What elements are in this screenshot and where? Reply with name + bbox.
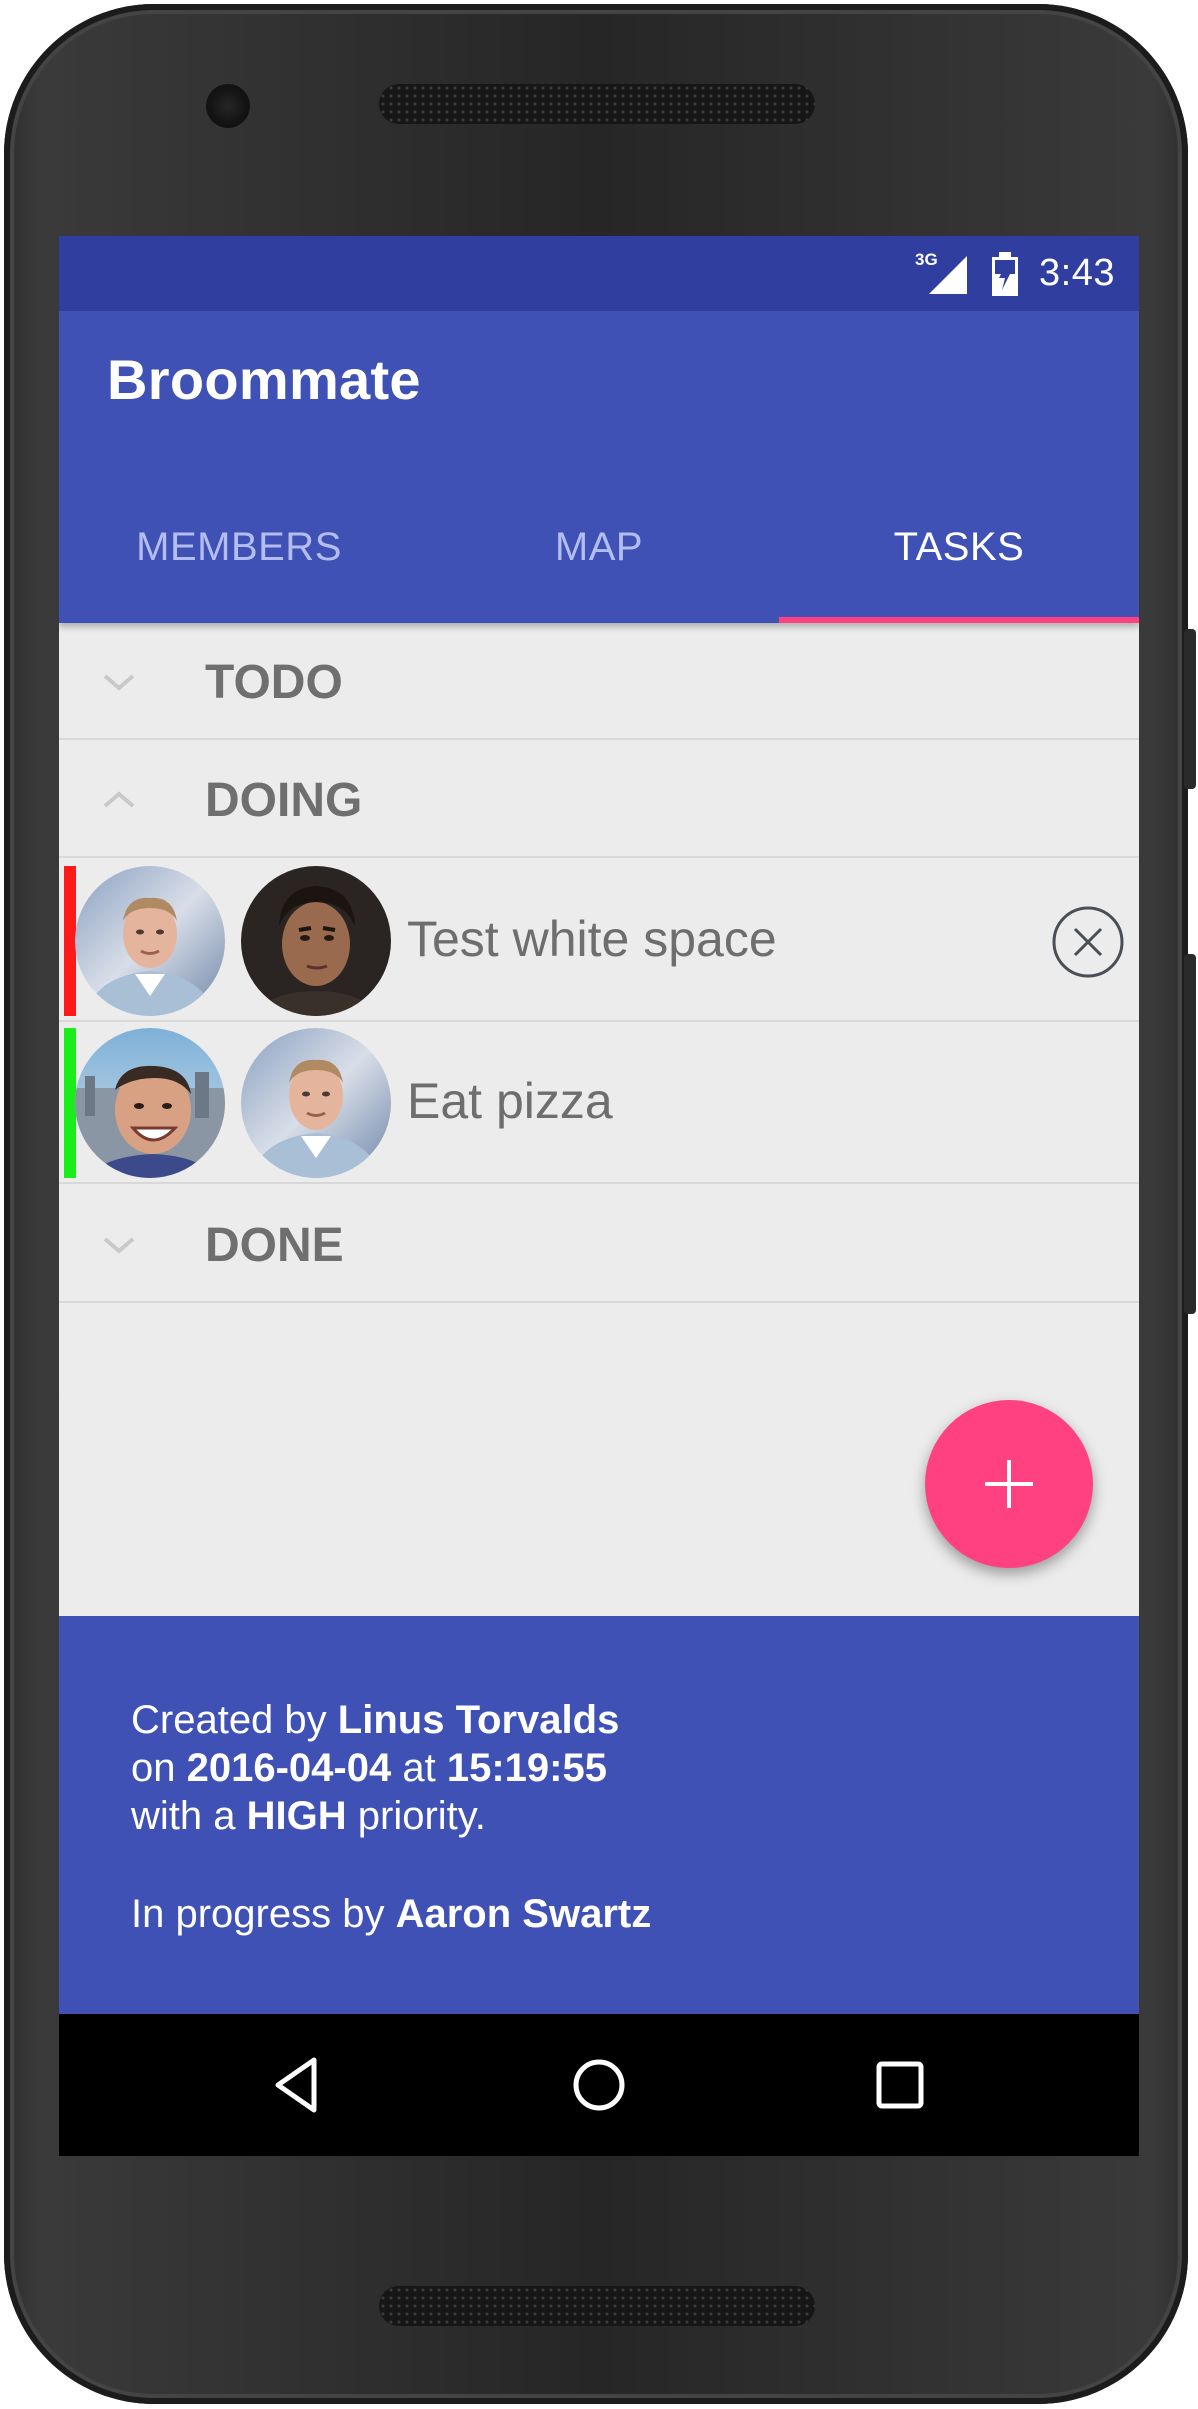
section-todo-label: TODO [205,656,343,709]
tab-tasks[interactable]: TASKS [779,463,1139,631]
created-on-line: on 2016-04-04 at 15:19:55 [131,1744,607,1792]
signal-icon: 3G [915,250,971,298]
section-doing-label: DOING [205,774,363,827]
created-by-prefix: Created by [131,1698,327,1742]
app-title: Broommate [107,348,421,411]
tab-map[interactable]: MAP [419,463,779,631]
section-doing[interactable]: DOING [59,741,1139,858]
in-progress-line: In progress by Aaron Swartz [131,1890,651,1938]
cancel-circle-icon[interactable] [1051,905,1125,979]
tab-members[interactable]: MEMBERS [59,463,419,631]
status-bar: 3G 3:43 [59,236,1139,311]
top-speaker [379,84,815,124]
section-done-label: DONE [205,1219,344,1272]
avatar-linus [241,1028,391,1178]
screen: 3G 3:43 Broommate MEMBERS MAP TASKS TODO… [59,236,1139,2156]
task-details-panel: Created by Linus Torvalds on 2016-04-04 … [59,1616,1139,2014]
section-todo[interactable]: TODO [59,623,1139,740]
recents-icon[interactable] [867,2052,933,2118]
created-by-line: Created by Linus Torvalds [131,1696,619,1744]
task-row[interactable]: Test white space [59,860,1139,1022]
battery-charging-icon [991,251,1019,296]
status-clock: 3:43 [1039,252,1115,294]
avatar-selfie-user [75,1028,225,1178]
home-icon[interactable] [566,2052,632,2118]
volume-button [1184,954,1196,1314]
navigation-bar [59,2014,1139,2156]
power-button [1184,629,1196,789]
back-icon[interactable] [264,2052,330,2118]
in-progress-prefix: In progress by [131,1892,385,1936]
tab-bar: MEMBERS MAP TASKS [59,463,1139,631]
avatar-aaron [241,866,391,1016]
front-camera [206,84,250,128]
task-title: Test white space [407,911,777,967]
assignee-name: Aaron Swartz [395,1892,652,1936]
priority-line: with a HIGH priority. [131,1792,486,1840]
task-row[interactable]: Eat pizza [59,1022,1139,1184]
chevron-down-icon [103,1237,135,1254]
task-title: Eat pizza [407,1073,613,1129]
chevron-up-icon [103,791,135,808]
created-time: 15:19:55 [446,1746,607,1790]
chevron-down-icon [103,674,135,691]
creator-name: Linus Torvalds [337,1698,620,1742]
bottom-speaker [379,2286,815,2326]
add-task-button[interactable] [925,1400,1093,1568]
plus-icon [985,1460,1033,1508]
avatar-linus [75,866,225,1016]
priority-value: HIGH [246,1794,347,1838]
section-done[interactable]: DONE [59,1186,1139,1303]
priority-suffix: priority. [357,1794,486,1838]
phone-frame: 3G 3:43 Broommate MEMBERS MAP TASKS TODO… [4,4,1196,2404]
created-date: 2016-04-04 [186,1746,392,1790]
on-prefix: on [131,1746,176,1790]
at-word: at [402,1746,436,1790]
with-prefix: with a [131,1794,236,1838]
